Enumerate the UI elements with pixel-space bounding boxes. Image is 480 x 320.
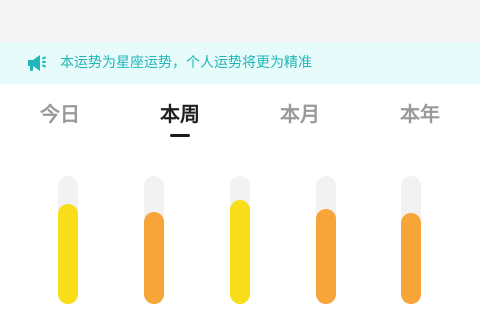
- tab-this-month[interactable]: 本月: [260, 100, 340, 128]
- active-tab-indicator: [170, 134, 190, 137]
- tab-this-year[interactable]: 本年: [380, 100, 460, 128]
- fortune-bar-fill-3: [230, 200, 250, 304]
- fortune-bar-fill-4: [316, 209, 336, 304]
- fortune-bar-fill-1: [58, 204, 78, 304]
- fortune-bars: [0, 170, 480, 320]
- fortune-bar-4: [316, 176, 336, 304]
- fortune-bar-1: [58, 176, 78, 304]
- period-tabs: 今日 本周 本月 本年: [0, 84, 480, 144]
- top-bar: [0, 0, 480, 42]
- fortune-bar-fill-5: [401, 213, 421, 304]
- fortune-bar-2: [144, 176, 164, 304]
- megaphone-icon: [26, 52, 48, 74]
- fortune-bar-fill-2: [144, 212, 164, 304]
- notice-text: 本运势为星座运势，个人运势将更为精准: [60, 55, 312, 71]
- fortune-bar-3: [230, 176, 250, 304]
- fortune-bar-5: [401, 176, 421, 304]
- tab-this-week[interactable]: 本周: [140, 100, 220, 128]
- tab-today[interactable]: 今日: [20, 100, 100, 128]
